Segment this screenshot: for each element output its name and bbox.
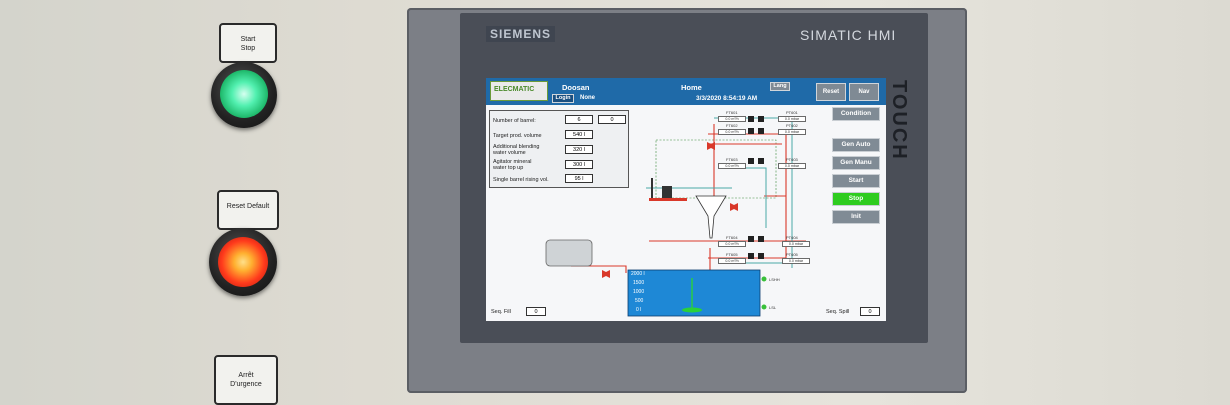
tag-value-pt604: 0.0 mbar — [782, 241, 810, 247]
tag-value-ft601: 0.0 m³/h — [718, 116, 746, 122]
seq-spill-label: Seq. Spill — [826, 309, 850, 315]
tank-scale-2000: 2000 l — [631, 271, 645, 277]
tag-label-ft605: FT605 — [726, 252, 738, 257]
tag-value-pt602: 0.0 mbar — [778, 129, 806, 135]
tag-value-pt605: 0.0 mbar — [782, 258, 810, 264]
tag-label-ft601: FT601 — [726, 110, 738, 115]
process-diagram — [545, 116, 806, 317]
tank-scale-1000: 1000 — [633, 289, 645, 295]
tag-label-pt605: PT605 — [786, 252, 798, 257]
conveyor-icon — [649, 198, 687, 201]
emergency-stop-label-plate: Arrêt D'urgence — [214, 355, 278, 405]
process-area-outline — [655, 139, 777, 199]
reset-default-label-plate: Reset Default — [217, 190, 279, 230]
tag-value-ft604: 0.0 m³/h — [718, 241, 746, 247]
tank-scale-500: 500 — [635, 298, 644, 304]
tag-label-pt602: PT602 — [786, 123, 798, 128]
barrel-station-icon — [662, 186, 672, 198]
tank-scale-1500: 1500 — [633, 280, 645, 286]
filler-pole-icon — [651, 178, 653, 198]
model-label: SIMATIC HMI — [800, 27, 897, 43]
tag-value-pt601: 0.0 mbar — [778, 116, 806, 122]
tag-label-ft602: FT602 — [726, 123, 738, 128]
tag-value-ft603: 0.0 m³/h — [718, 163, 746, 169]
tag-value-ft602: 0.0 m³/h — [718, 129, 746, 135]
tag-label-pt603: PT603 — [786, 157, 798, 162]
tank-scale-0: 0 l — [636, 307, 642, 313]
tag-label-ft603: FT603 — [726, 157, 738, 162]
red-lamp-icon — [218, 237, 268, 287]
storage-tank-icon — [545, 239, 593, 267]
level-low-indicator — [761, 304, 767, 310]
agitator-blade-icon — [682, 307, 702, 313]
brand-logo: SIEMENS — [486, 26, 556, 42]
touch-label: TOUCH — [888, 80, 910, 161]
hopper-icon — [695, 195, 727, 239]
tag-label-pt604: PT604 — [786, 235, 798, 240]
seq-fill-label: Seq. Fill — [491, 309, 511, 315]
tag-value-ft605: 0.0 m³/h — [718, 258, 746, 264]
tag-label-pt601: PT601 — [786, 110, 798, 115]
hmi-screen: ELECMATIC Doosan Home Lang Login None 3/… — [486, 78, 886, 321]
tag-value-pt603: 0.0 mbar — [778, 163, 806, 169]
start-stop-label-plate: Start Stop — [219, 23, 277, 63]
level-high-indicator — [761, 276, 767, 282]
seq-spill-field[interactable]: 0 — [860, 307, 880, 316]
green-lamp-icon — [220, 70, 268, 118]
level-high-label: LSHH — [769, 277, 780, 282]
seq-fill-field[interactable]: 0 — [526, 307, 546, 316]
level-low-label: LSL — [769, 305, 777, 310]
tag-label-ft604: FT604 — [726, 235, 738, 240]
gauge-icons — [748, 116, 764, 259]
